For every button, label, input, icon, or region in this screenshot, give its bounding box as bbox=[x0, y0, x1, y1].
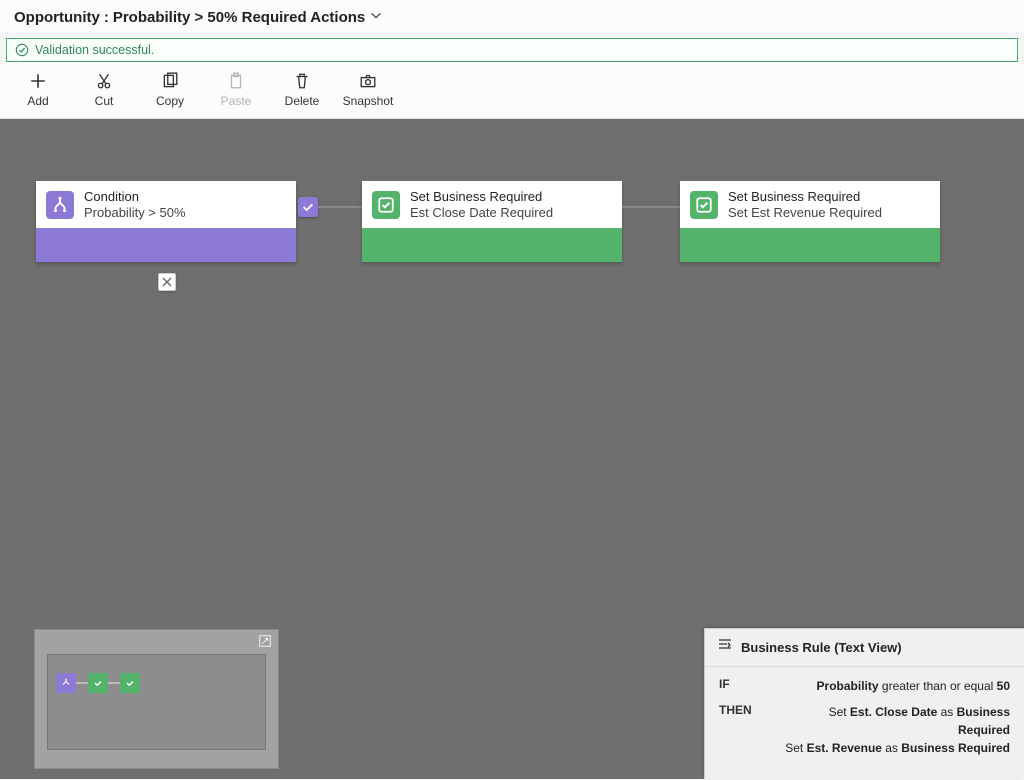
plus-icon bbox=[27, 70, 49, 92]
action2-title: Set Business Required bbox=[728, 189, 882, 205]
action1-title: Set Business Required bbox=[410, 189, 553, 205]
copy-button[interactable]: Copy bbox=[146, 70, 194, 108]
mini-action-1 bbox=[88, 673, 108, 693]
entity-name: Opportunity bbox=[14, 9, 100, 26]
connector-2 bbox=[622, 206, 680, 208]
copy-icon bbox=[159, 70, 181, 92]
mini-link-2 bbox=[108, 682, 120, 684]
validation-bar: Validation successful. bbox=[6, 38, 1018, 62]
text-view-body: IF Probability greater than or equal 50 … bbox=[705, 667, 1024, 779]
delete-button[interactable]: Delete bbox=[278, 70, 326, 108]
toolbar: Add Cut Copy Paste Delete Snapshot bbox=[0, 62, 1024, 119]
paste-label: Paste bbox=[221, 94, 252, 108]
true-branch-badge[interactable] bbox=[298, 197, 318, 217]
copy-label: Copy bbox=[156, 94, 184, 108]
action-node-2[interactable]: Set Business Required Set Est Revenue Re… bbox=[680, 181, 940, 262]
paste-button: Paste bbox=[212, 70, 260, 108]
cut-button[interactable]: Cut bbox=[80, 70, 128, 108]
then-expression: Set Est. Close Date as Business Required… bbox=[779, 703, 1010, 757]
condition-title: Condition bbox=[84, 189, 186, 205]
page-header: Opportunity : Probability > 50% Required… bbox=[0, 0, 1024, 32]
mini-action-2 bbox=[120, 673, 140, 693]
mini-link-1 bbox=[76, 682, 88, 684]
action-check-icon bbox=[372, 191, 400, 219]
text-view-panel[interactable]: Business Rule (Text View) IF Probability… bbox=[704, 628, 1024, 779]
action-check-icon bbox=[690, 191, 718, 219]
connector-1 bbox=[318, 206, 362, 208]
if-expression: Probability greater than or equal 50 bbox=[779, 677, 1010, 695]
camera-icon bbox=[357, 70, 379, 92]
condition-expand-area[interactable] bbox=[36, 228, 296, 262]
action-node-1[interactable]: Set Business Required Est Close Date Req… bbox=[362, 181, 622, 262]
text-view-title: Business Rule (Text View) bbox=[741, 640, 902, 655]
minimap-viewport[interactable] bbox=[47, 654, 266, 750]
condition-subtitle: Probability > 50% bbox=[84, 205, 186, 221]
rule-title-row[interactable]: Opportunity : Probability > 50% Required… bbox=[14, 8, 1010, 26]
trash-icon bbox=[291, 70, 313, 92]
condition-node[interactable]: Condition Probability > 50% bbox=[36, 181, 296, 262]
action1-expand-area[interactable] bbox=[362, 228, 622, 262]
action2-expand-area[interactable] bbox=[680, 228, 940, 262]
designer-canvas[interactable]: Condition Probability > 50% Set Business… bbox=[0, 119, 1024, 779]
action1-subtitle: Est Close Date Required bbox=[410, 205, 553, 221]
then-label: THEN bbox=[719, 703, 779, 757]
chevron-down-icon[interactable] bbox=[369, 8, 383, 26]
add-label: Add bbox=[27, 94, 48, 108]
condition-icon bbox=[46, 191, 74, 219]
paste-icon bbox=[225, 70, 247, 92]
minimap-expand-icon[interactable] bbox=[258, 634, 272, 653]
minimap[interactable] bbox=[34, 629, 279, 769]
add-button[interactable]: Add bbox=[14, 70, 62, 108]
if-label: IF bbox=[719, 677, 779, 695]
scissors-icon bbox=[93, 70, 115, 92]
rule-name: Probability > 50% Required Actions bbox=[113, 9, 365, 26]
success-check-icon bbox=[15, 43, 29, 57]
action2-subtitle: Set Est Revenue Required bbox=[728, 205, 882, 221]
false-branch-badge[interactable] bbox=[158, 273, 176, 291]
text-view-icon bbox=[717, 637, 733, 658]
title-colon: : bbox=[104, 9, 109, 26]
mini-condition bbox=[56, 673, 76, 693]
snapshot-button[interactable]: Snapshot bbox=[344, 70, 392, 108]
cut-label: Cut bbox=[95, 94, 114, 108]
validation-message: Validation successful. bbox=[35, 43, 154, 57]
snapshot-label: Snapshot bbox=[343, 94, 394, 108]
delete-label: Delete bbox=[285, 94, 320, 108]
